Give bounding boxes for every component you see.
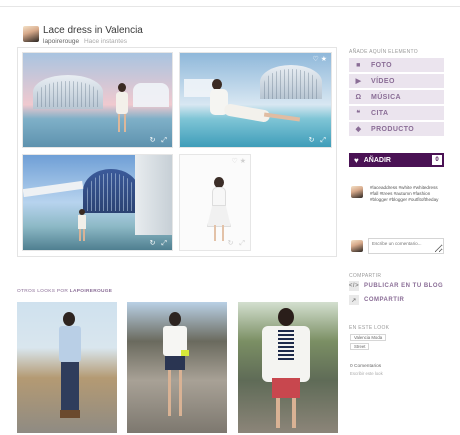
add-product-label: PRODUCTO <box>371 125 415 133</box>
add-quote-button[interactable]: ❝ CITA <box>349 106 444 120</box>
like-button[interactable]: ♥ AÑADIR 0 <box>349 153 444 167</box>
post-time: Hace instantes <box>83 38 127 45</box>
bridge-shape <box>23 180 84 198</box>
look-byline: lapoirerouge Hace instantes <box>43 38 127 45</box>
photo-tile[interactable]: ♡ ★ ↻ ⤢ <box>179 154 251 251</box>
user-avatar[interactable] <box>23 26 39 42</box>
person-figure <box>77 209 87 243</box>
tile-actions[interactable]: ↻ ⤢ <box>150 239 169 248</box>
hashtags[interactable]: #laceaddress #white #whitedress #fall #t… <box>370 185 445 204</box>
top-divider <box>0 6 460 7</box>
camera-icon: ■ <box>356 61 361 69</box>
tile-corner-icons[interactable]: ♡ ★ <box>232 157 247 165</box>
other-look-card[interactable] <box>127 302 227 433</box>
building-shape <box>133 83 169 107</box>
publish-blog-button[interactable]: </> PUBLICAR EN TU BLOG <box>349 281 443 291</box>
add-photo-button[interactable]: ■ FOTO <box>349 58 444 72</box>
like-count: 0 <box>432 155 442 165</box>
add-photo-label: FOTO <box>371 61 392 69</box>
building-ribs <box>37 81 99 107</box>
code-icon: </> <box>348 281 360 291</box>
building-ribs <box>87 173 135 211</box>
add-quote-label: CITA <box>371 109 389 117</box>
person-figure <box>210 79 301 135</box>
person-figure <box>256 308 316 430</box>
other-looks-user[interactable]: LAPOIREROUGE <box>70 289 113 294</box>
look-title: Lace dress in Valencia <box>43 25 143 36</box>
comments-count[interactable]: 0 Comentarios <box>350 364 381 369</box>
headphones-icon: Ω <box>355 93 362 101</box>
add-music-label: MÚSICA <box>371 93 402 101</box>
other-looks-heading: OTROS LOOKS POR LAPOIREROUGE <box>17 289 112 294</box>
quote-icon: ❝ <box>356 110 361 117</box>
other-look-card[interactable] <box>17 302 117 433</box>
video-icon: ▶ <box>355 78 362 85</box>
tile-actions[interactable]: ↻ ⤢ <box>150 136 169 145</box>
add-music-button[interactable]: Ω MÚSICA <box>349 90 444 104</box>
dress-skirt <box>207 205 231 227</box>
other-look-card[interactable] <box>238 302 338 433</box>
tile-actions[interactable]: ↻ ⤢ <box>228 239 247 248</box>
person-figure <box>159 312 191 430</box>
photo-tile[interactable]: ↻ ⤢ <box>22 52 173 148</box>
photo-tile[interactable]: ↻ ⤢ <box>22 154 173 251</box>
share-button[interactable]: ↗ COMPARTIR <box>349 295 404 305</box>
in-this-look-heading: EN ESTE LOOK <box>349 325 390 331</box>
add-element-heading: AÑADE AQUÍN ELEMENTO <box>349 49 418 55</box>
tag-icon: ◆ <box>355 126 362 133</box>
tile-actions[interactable]: ↻ ⤢ <box>309 136 328 145</box>
model-legs <box>214 225 224 241</box>
share-heading: COMPARTIR <box>349 273 382 279</box>
add-video-label: VÍDEO <box>371 77 395 85</box>
share-icon: ↗ <box>349 295 359 305</box>
tile-corner-icons[interactable]: ♡ ★ <box>313 55 328 63</box>
author-avatar[interactable] <box>351 186 363 198</box>
username-link[interactable]: lapoirerouge <box>43 38 79 45</box>
tag-chip[interactable]: Valencia Moda <box>350 334 387 341</box>
person-figure <box>57 312 83 430</box>
share-label: COMPARTIR <box>364 297 405 303</box>
comment-input[interactable] <box>368 238 444 254</box>
person-figure <box>115 83 129 137</box>
add-video-button[interactable]: ▶ VÍDEO <box>349 74 444 88</box>
like-label: AÑADIR <box>363 156 391 164</box>
other-looks-prefix: OTROS LOOKS POR <box>17 289 69 294</box>
publish-blog-label: PUBLICAR EN TU BLOG <box>364 283 444 289</box>
add-product-button[interactable]: ◆ PRODUCTO <box>349 122 444 136</box>
comments-sub[interactable]: Escribir este look <box>350 371 383 376</box>
heart-icon: ♥ <box>354 155 359 165</box>
photo-tile[interactable]: ♡ ★ ↻ ⤢ <box>179 52 332 148</box>
building-shape <box>135 155 172 235</box>
tag-chip[interactable]: Street <box>350 343 370 350</box>
commenter-avatar <box>351 240 363 252</box>
